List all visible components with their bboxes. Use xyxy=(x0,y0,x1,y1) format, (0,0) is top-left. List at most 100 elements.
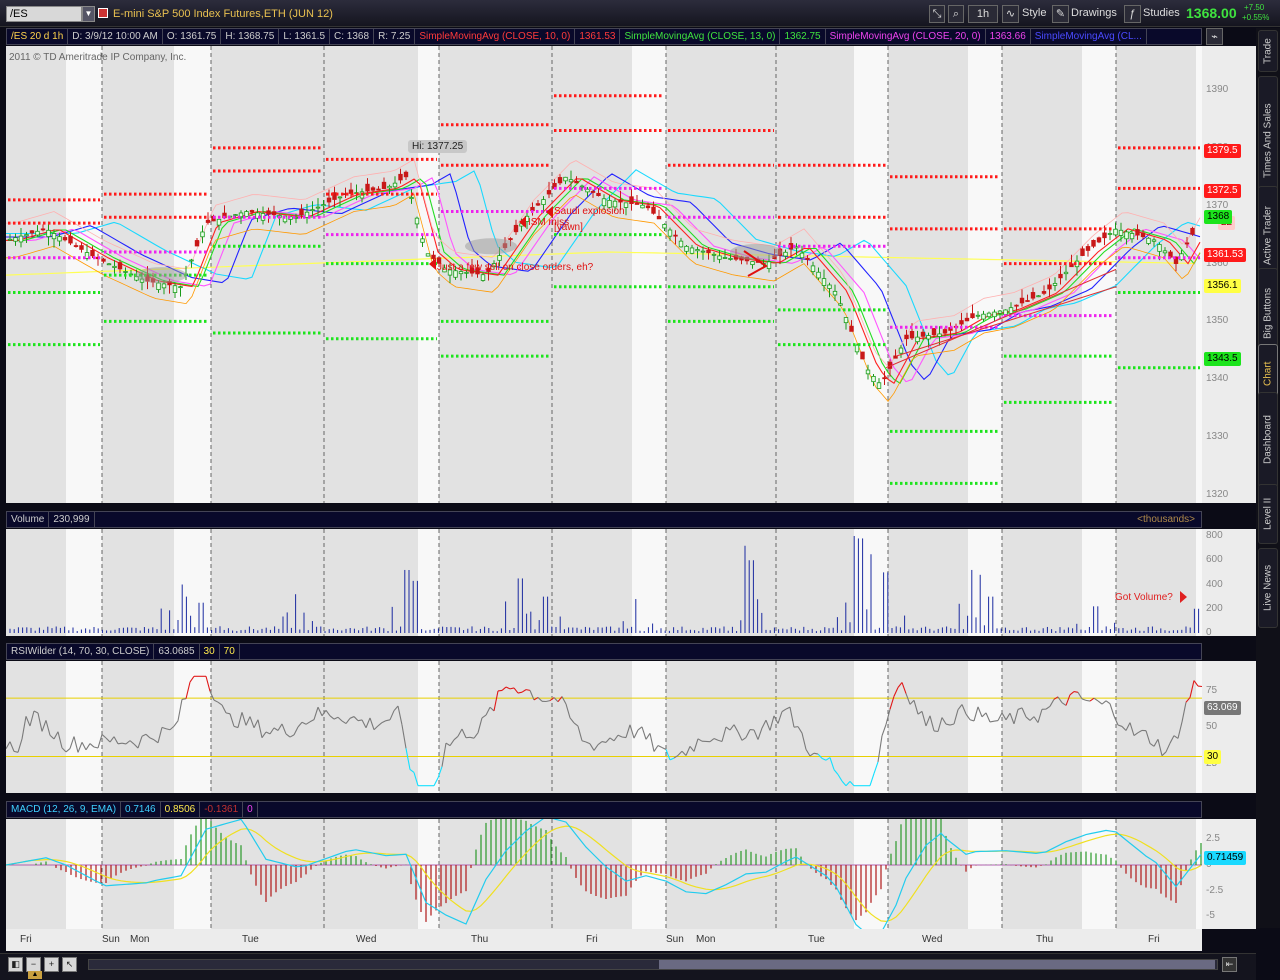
candle-body xyxy=(975,314,981,317)
candle-body xyxy=(1140,232,1146,238)
macd-value: 0.7146 xyxy=(121,802,161,817)
candle-body xyxy=(1091,239,1096,247)
time-axis: Fri Sun Mon Tue Wed Thu Fri Sun Mon Tue Wed Thu Fri xyxy=(6,929,1202,951)
session-band xyxy=(632,46,666,503)
zoom-out-icon[interactable]: − xyxy=(26,957,41,972)
tab-live-news[interactable]: Live News xyxy=(1258,548,1278,628)
style-menu[interactable]: Style xyxy=(1022,7,1046,19)
expand-icon[interactable]: ⇤ xyxy=(1222,957,1237,972)
price-axis-tick: 1340 xyxy=(1206,373,1229,385)
candle-body xyxy=(1047,284,1052,290)
candle-body xyxy=(216,218,222,226)
cursor-icon[interactable]: ↖ xyxy=(62,957,77,972)
copyright-notice: 2011 © TD Ameritrade IP Company, Inc. xyxy=(9,52,187,63)
volume-chart-canvas[interactable] xyxy=(6,529,1202,636)
candle-body xyxy=(392,182,398,188)
candle-body xyxy=(986,312,992,318)
session-band xyxy=(1082,529,1116,636)
session-band xyxy=(632,529,666,636)
candle-body xyxy=(645,205,651,209)
macd-panel[interactable] xyxy=(6,819,1202,929)
candle-body xyxy=(123,271,128,273)
studies-icon[interactable]: ƒ xyxy=(1124,5,1141,23)
tab-trade[interactable]: Trade xyxy=(1258,30,1278,72)
volume-axis-tick: 0 xyxy=(1206,627,1212,638)
candle-body xyxy=(403,171,409,178)
candle-body xyxy=(865,369,871,375)
macd-diff-value: -0.1361 xyxy=(200,802,244,817)
symbol-input[interactable]: /ES xyxy=(6,6,82,22)
style-icon[interactable]: ∿ xyxy=(1002,5,1019,23)
time-axis-label: Fri xyxy=(586,934,598,945)
flag-r1: 1379.5 xyxy=(1204,143,1241,158)
tab-dashboard[interactable]: Dashboard xyxy=(1258,392,1278,488)
candle-body xyxy=(370,187,376,191)
candle-body xyxy=(678,240,684,248)
candle-body xyxy=(816,271,821,279)
candle-body xyxy=(1135,229,1140,236)
zoom-tool-icon[interactable]: ⌕ xyxy=(948,5,964,23)
candle-body xyxy=(57,236,62,242)
session-band xyxy=(968,46,1002,503)
session-band xyxy=(1082,819,1116,929)
candle-body xyxy=(1014,304,1019,307)
rsi-line-segment xyxy=(933,730,939,733)
tab-level-ii[interactable]: Level II xyxy=(1258,484,1278,544)
price-panel[interactable]: 2011 © TD Ameritrade IP Company, Inc. Hi… xyxy=(6,46,1202,503)
candle-body xyxy=(398,173,403,181)
candle-body xyxy=(959,320,964,325)
collapse-toggle-icon[interactable]: ▲ xyxy=(28,971,42,979)
session-band xyxy=(854,46,888,503)
volume-annotation[interactable]: Got Volume? xyxy=(1115,592,1173,603)
candle-body xyxy=(299,208,304,216)
candle-body xyxy=(1190,227,1195,235)
volume-axis-tick: 400 xyxy=(1206,578,1223,590)
candle-body xyxy=(508,238,513,241)
studies-menu[interactable]: Studies xyxy=(1143,7,1180,19)
rsi-line-segment xyxy=(989,720,995,723)
macd-axis-tick: -5 xyxy=(1206,910,1215,922)
session-band xyxy=(66,529,102,636)
date-readout: D: 3/9/12 10:00 AM xyxy=(68,29,163,44)
rsi-axis: 75502563.06930 xyxy=(1202,661,1256,793)
macd-axis: 2.50-2.5-50.71459 xyxy=(1202,819,1256,929)
drawings-icon[interactable]: ✎ xyxy=(1052,5,1069,23)
rsi-panel[interactable] xyxy=(6,661,1202,793)
candle-body xyxy=(1019,297,1025,304)
close-readout: C: 1368 xyxy=(330,29,375,44)
flag-r2: 1372.5 xyxy=(1204,184,1241,199)
zoom-in-icon[interactable]: + xyxy=(44,957,59,972)
volume-panel[interactable]: Got Volume? xyxy=(6,529,1202,636)
symbol-link-icon[interactable] xyxy=(98,8,108,18)
rsi-axis-tick: 75 xyxy=(1206,684,1218,696)
candle-body xyxy=(799,252,805,259)
rsi-label: RSIWilder (14, 70, 30, CLOSE) xyxy=(7,644,155,659)
rsi-chart-canvas[interactable] xyxy=(6,661,1202,793)
chart-settings-icon[interactable]: ⌁ xyxy=(1206,28,1223,45)
candle-body xyxy=(513,224,519,233)
candle-body xyxy=(18,235,24,243)
candle-body xyxy=(51,233,57,240)
drawing-set-icon[interactable]: ◧ xyxy=(8,957,23,972)
rsi-value-flag: 63.069 xyxy=(1204,701,1241,716)
volume-value: 230,999 xyxy=(49,512,95,527)
drawings-menu[interactable]: Drawings xyxy=(1071,7,1117,19)
candle-body xyxy=(1151,239,1157,242)
symbol-dropdown-icon[interactable]: ▼ xyxy=(82,6,95,22)
time-scrollbar[interactable] xyxy=(88,959,1218,970)
candle-body xyxy=(73,245,79,247)
time-scrollbar-thumb[interactable] xyxy=(659,960,1215,969)
pan-tool-icon[interactable]: ⤡ xyxy=(929,5,945,23)
candle-body xyxy=(1118,229,1124,236)
macd-chart-canvas[interactable] xyxy=(6,819,1202,929)
time-axis-label: Wed xyxy=(356,934,377,945)
rsi-axis-tick: 50 xyxy=(1206,721,1218,733)
candle-body xyxy=(843,317,849,324)
price-chart-canvas[interactable] xyxy=(6,46,1202,503)
candle-body xyxy=(178,286,183,289)
session-band xyxy=(174,661,211,793)
time-axis-label: Fri xyxy=(1148,934,1160,945)
candle-body xyxy=(860,351,865,360)
macd-value-flag: 0.71459 xyxy=(1204,850,1247,865)
timeframe-button[interactable]: 1h xyxy=(968,5,998,23)
